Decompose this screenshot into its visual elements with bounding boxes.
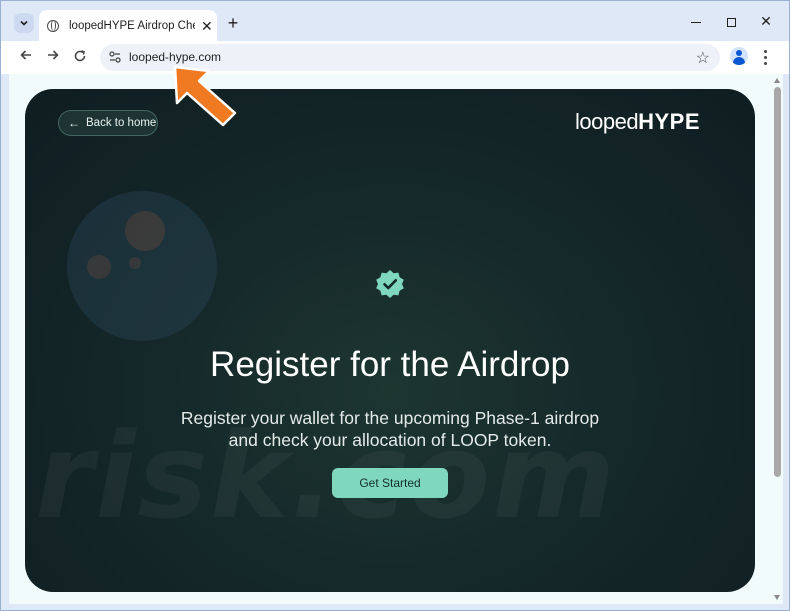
annotation-arrow-icon [173, 65, 237, 127]
back-to-home-label: Back to home [86, 117, 157, 129]
new-tab-button[interactable]: + [223, 13, 243, 33]
arrow-left-icon: ← [68, 116, 80, 130]
site-settings-icon[interactable] [107, 49, 123, 65]
logo-text-light: looped [575, 109, 639, 134]
browser-toolbar: looped-hype.com ☆ [1, 41, 789, 74]
bookmark-star-icon[interactable]: ☆ [696, 48, 710, 68]
minimize-icon [691, 21, 701, 23]
reload-icon [74, 50, 86, 62]
close-window-button[interactable]: ✕ [751, 11, 781, 31]
brand-logo: loopedHYPE [575, 109, 700, 135]
verified-badge-icon [376, 270, 404, 298]
back-button[interactable] [15, 47, 37, 69]
tab-strip: loopedHYPE Airdrop Checker ✕ + ✕ [1, 1, 789, 41]
more-menu-icon[interactable] [759, 47, 771, 69]
profile-avatar-icon[interactable] [730, 47, 748, 65]
scroll-down-icon[interactable] [774, 595, 780, 600]
back-to-home-button[interactable]: ← Back to home [58, 110, 158, 136]
minimize-button[interactable] [681, 11, 711, 31]
page-subtitle: Register your wallet for the upcoming Ph… [25, 407, 755, 451]
logo-text-bold: HYPE [638, 109, 700, 134]
scroll-up-icon[interactable] [774, 78, 780, 83]
chevron-down-icon [20, 20, 28, 26]
get-started-button[interactable]: Get Started [332, 468, 448, 498]
tab-search-button[interactable] [14, 13, 34, 33]
globe-icon [47, 19, 59, 32]
subtitle-line: and check your allocation of LOOP token. [228, 430, 552, 450]
scrollbar-thumb[interactable] [774, 87, 781, 477]
maximize-button[interactable] [716, 11, 746, 31]
hero-card: risk.com ← Back to home loopedHYPE Regis… [25, 89, 755, 592]
tab-title: loopedHYPE Airdrop Checker [69, 19, 195, 32]
reload-button[interactable] [69, 47, 91, 69]
arrow-right-icon [48, 50, 59, 60]
active-tab[interactable]: loopedHYPE Airdrop Checker ✕ [39, 10, 217, 41]
watermark-dot [87, 255, 111, 279]
watermark-dot [125, 211, 165, 251]
page-viewport: risk.com ← Back to home loopedHYPE Regis… [9, 74, 783, 604]
browser-window: loopedHYPE Airdrop Checker ✕ + ✕ looped-… [0, 0, 790, 611]
maximize-icon [726, 17, 736, 27]
arrow-left-icon [20, 50, 31, 60]
page-title: Register for the Airdrop [210, 345, 570, 384]
tab-close-icon[interactable]: ✕ [201, 19, 213, 33]
subtitle-line: Register your wallet for the upcoming Ph… [180, 408, 600, 428]
vertical-scrollbar[interactable] [771, 74, 783, 604]
watermark-dot [129, 257, 141, 269]
forward-button[interactable] [42, 47, 64, 69]
